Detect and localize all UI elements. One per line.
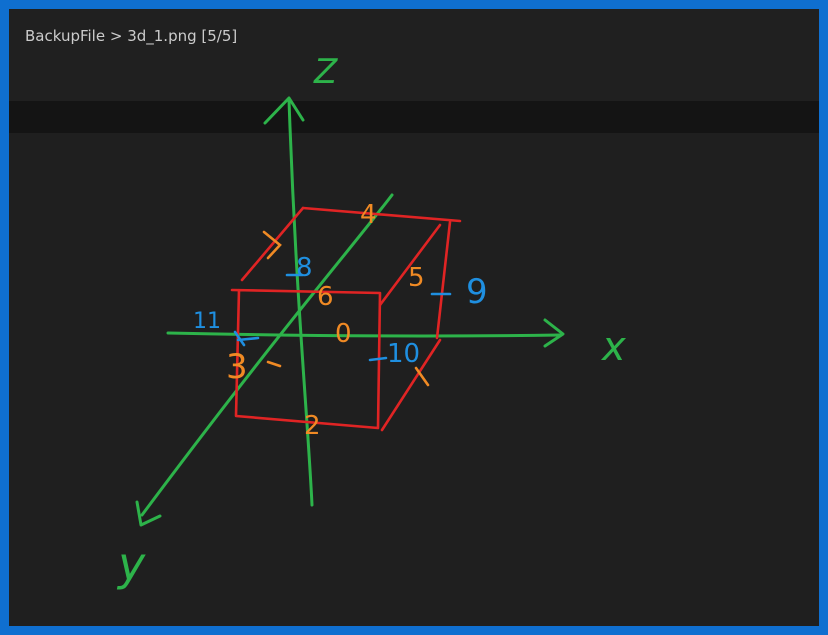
- vertex-label-10: 10: [387, 339, 420, 369]
- handwritten-3d-sketch: Z x y 0 2 3 4 5 6 8 9 10 11: [116, 52, 626, 591]
- vertex-label-3: 3: [226, 347, 248, 387]
- vertex-label-9: 9: [466, 272, 488, 312]
- x-axis-line: [166, 331, 562, 338]
- vertex-label-8: 8: [296, 253, 313, 283]
- vertex-label-5: 5: [408, 263, 425, 293]
- vertex-label-0: 0: [335, 319, 352, 349]
- image-viewer-window: BackupFile > 3d_1.png [5/5] Z x y 0 2 3 …: [0, 0, 828, 635]
- y-axis-label: y: [116, 537, 146, 591]
- vertex-label-6: 6: [317, 282, 334, 312]
- z-axis-label: Z: [313, 52, 338, 92]
- cube-back-right-vertical: [435, 220, 452, 340]
- cube-top-left-edge: [240, 206, 305, 282]
- x-axis-arrowhead: [543, 318, 565, 348]
- edge-mark-3-tick: [266, 360, 282, 368]
- z-axis-arrowhead: [263, 96, 305, 125]
- tick-mark-10: [368, 356, 388, 362]
- x-axis-label: x: [600, 324, 626, 370]
- vertex-label-11: 11: [193, 309, 221, 334]
- orange-labels-group: 0 2 3 4 5 6: [226, 200, 425, 441]
- z-axis-line: [287, 98, 314, 507]
- y-axis-line: [140, 193, 394, 517]
- vertex-label-4: 4: [360, 200, 377, 230]
- vertex-label-2: 2: [304, 411, 321, 441]
